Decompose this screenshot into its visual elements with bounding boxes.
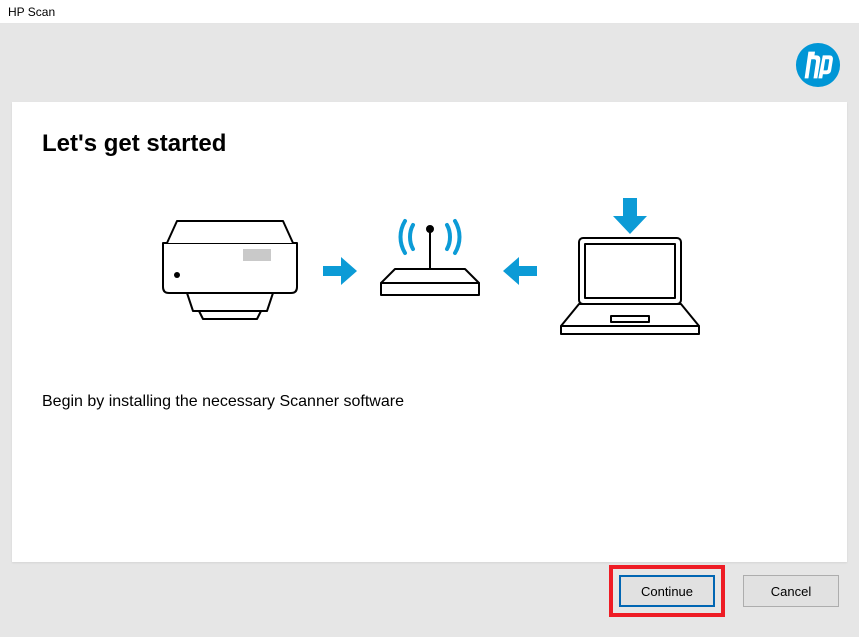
instruction-text: Begin by installing the necessary Scanne… <box>42 393 817 411</box>
printer-icon <box>155 213 305 328</box>
arrow-right-icon <box>323 257 357 285</box>
title-bar: HP Scan <box>0 0 859 24</box>
wifi-router-icon <box>375 213 485 328</box>
cancel-button[interactable]: Cancel <box>743 575 839 607</box>
page-title: Let's get started <box>42 130 817 158</box>
arrow-left-icon <box>503 257 537 285</box>
laptop-icon <box>555 198 705 343</box>
hp-logo-icon <box>795 42 841 88</box>
window-title: HP Scan <box>8 5 55 19</box>
content-card: Let's get started <box>12 102 847 562</box>
continue-button[interactable]: Continue <box>619 575 715 607</box>
continue-highlight: Continue <box>609 565 725 617</box>
button-row: Continue Cancel <box>609 565 839 617</box>
setup-illustration <box>150 198 710 343</box>
app-body: Let's get started <box>0 24 859 637</box>
